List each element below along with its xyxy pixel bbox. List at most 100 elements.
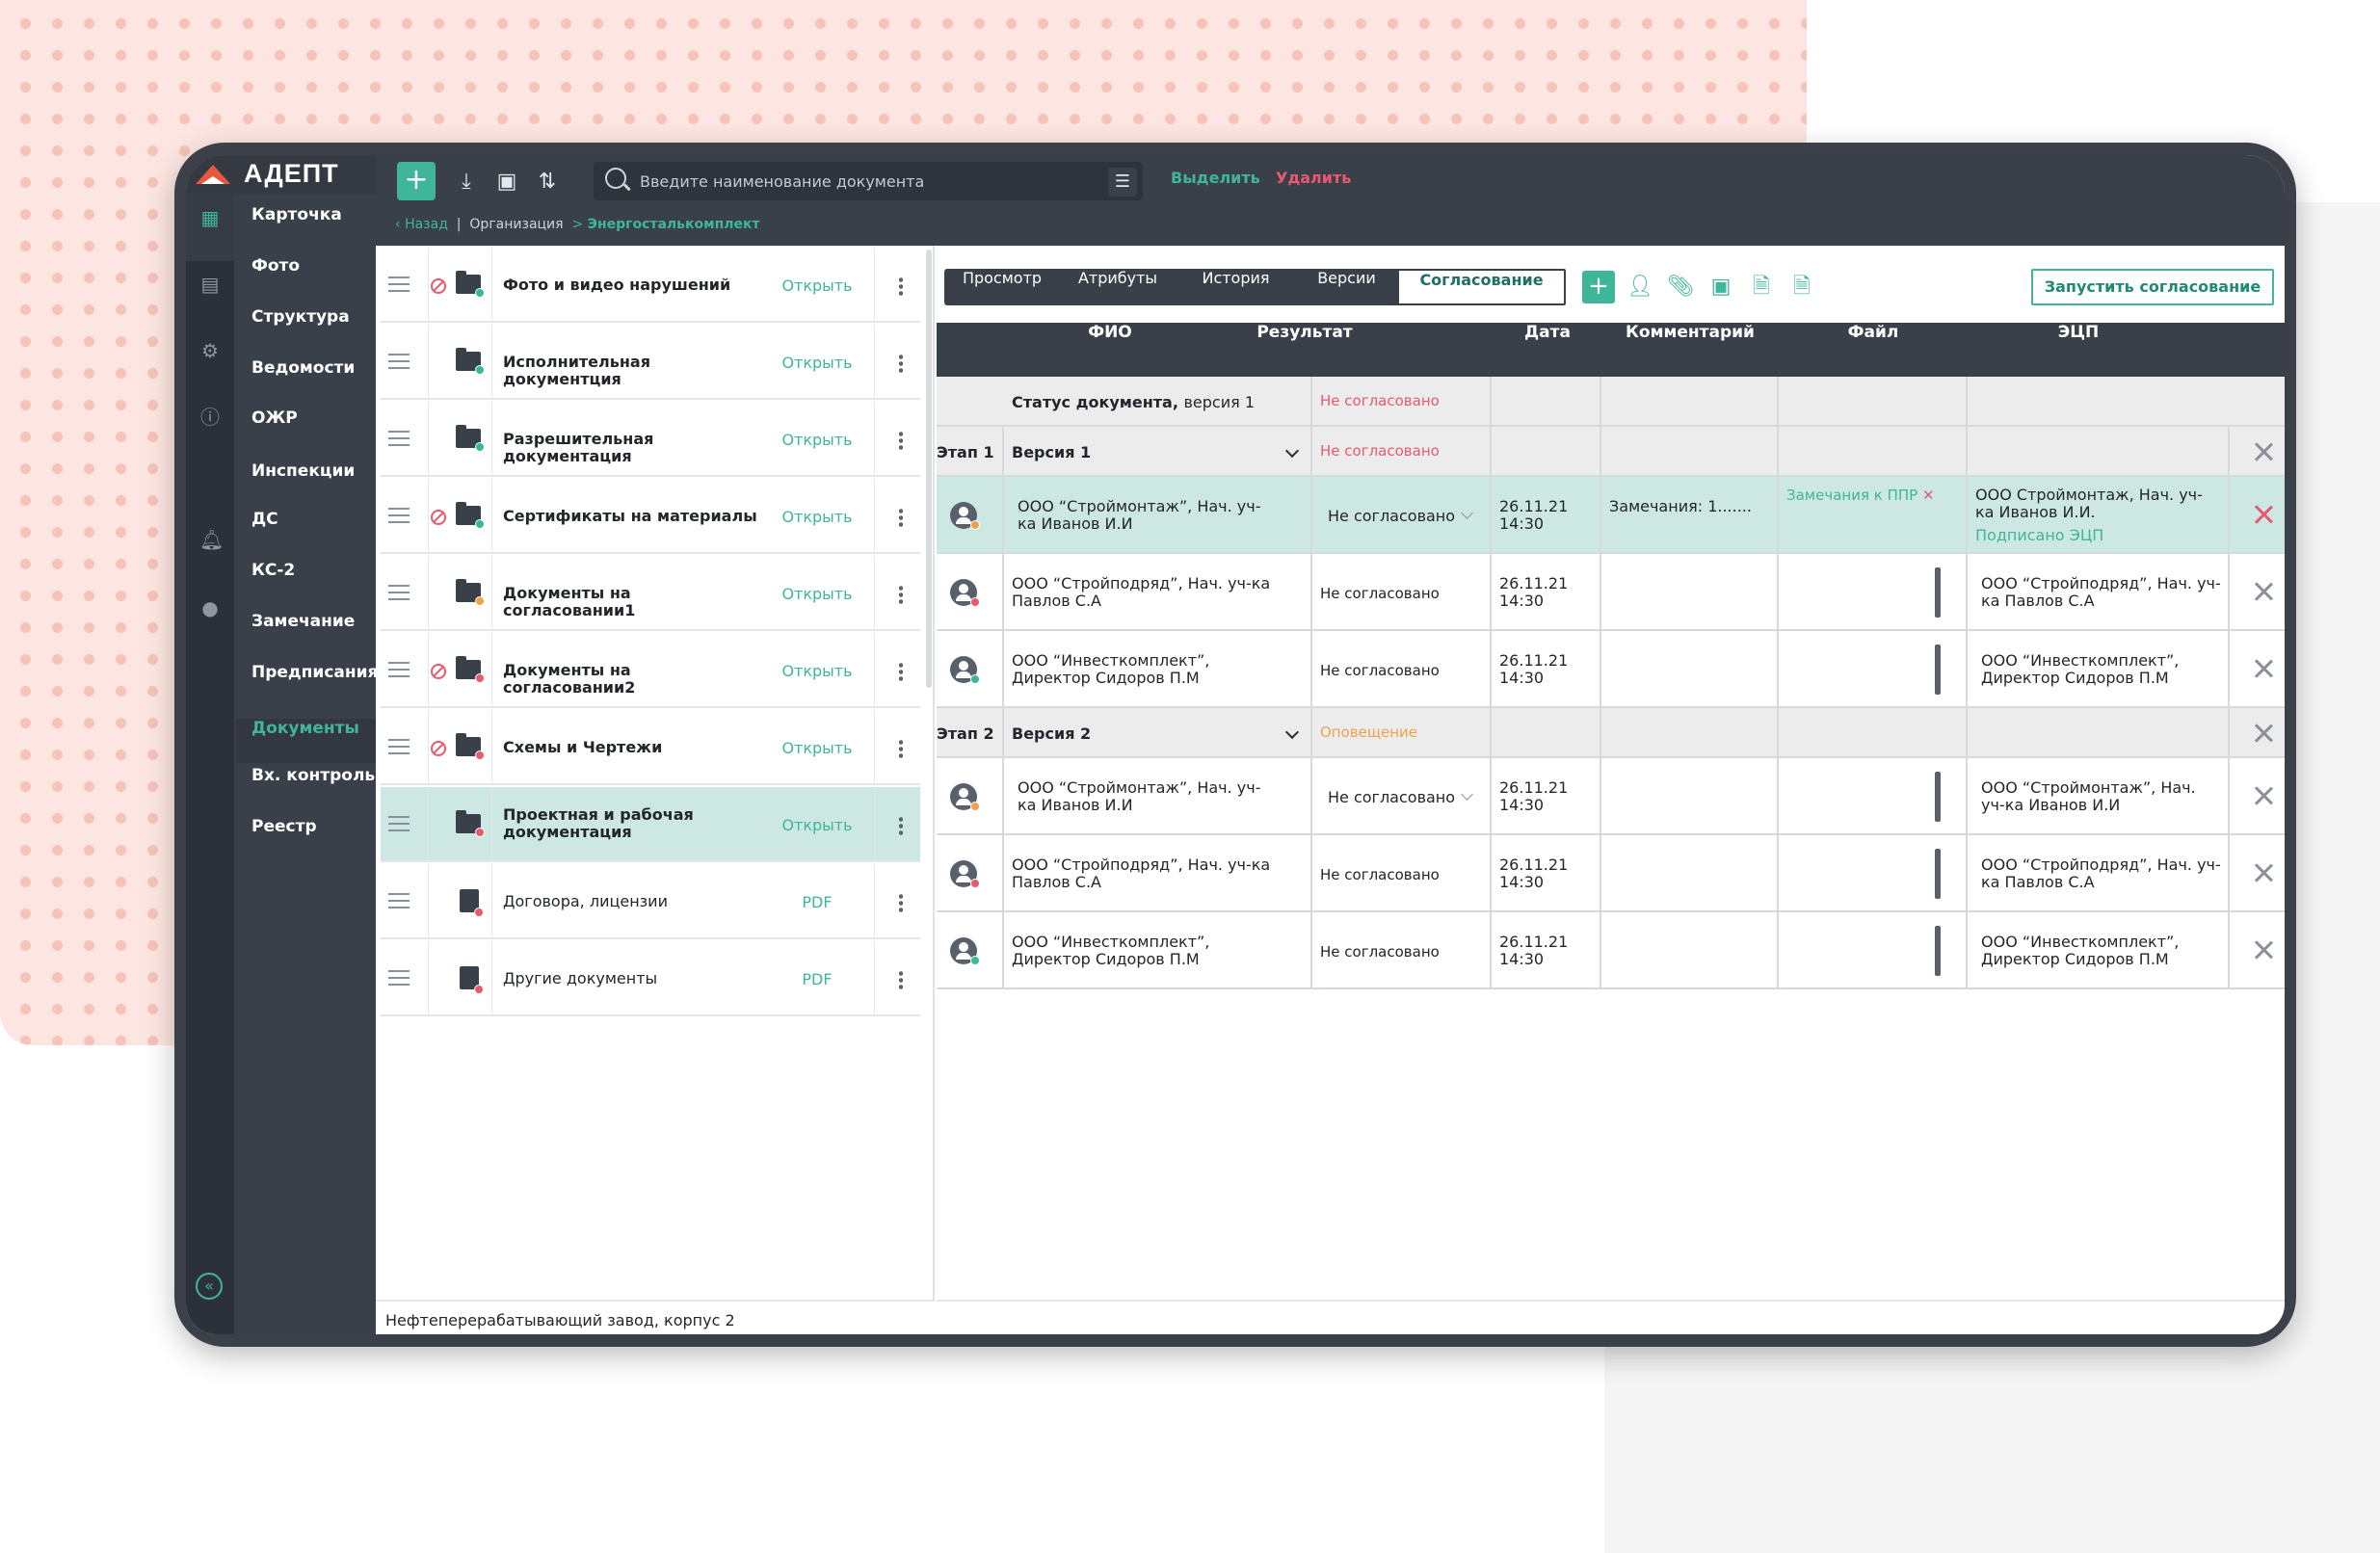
folder-row[interactable]: Исполнительная документция Открыть [381,325,920,400]
table-row[interactable]: ООО “Строймонтаж”, Нач. уч-ка Иванов И.И… [937,477,2285,554]
sidebar-item[interactable]: Структура [251,307,350,327]
sidebar-item[interactable]: Карточка [251,205,342,224]
tab-1[interactable]: Атрибуты [1060,269,1176,305]
file-sign-icon[interactable]: 🗎︎ [1787,273,1816,302]
sidebar-item[interactable]: Замечание [251,612,355,631]
drag-handle-icon[interactable] [388,662,410,677]
chevron-down-icon[interactable] [1461,788,1473,801]
open-link[interactable]: Открыть [774,431,860,449]
search-input[interactable] [640,170,1093,193]
sidebar-item[interactable]: Ведомости [251,358,355,378]
folder-row[interactable]: Проектная и рабочая документация Открыть [381,787,920,862]
stage-row[interactable]: Этап 1 Версия 1 Не согласовано [937,427,2285,477]
delete-button[interactable]: Удалить [1276,169,1351,187]
drag-handle-icon[interactable] [388,739,410,754]
gear-icon[interactable]: ⚙ [199,340,221,361]
table-row[interactable]: ООО “Строймонтаж”, Нач. уч-ка Иванов И.И… [937,758,2285,835]
open-link[interactable]: PDF [774,970,860,988]
more-icon[interactable] [899,431,903,450]
open-link[interactable]: Открыть [774,276,860,295]
drag-handle-icon[interactable] [388,585,410,600]
select-button[interactable]: Выделить [1171,169,1260,187]
table-row[interactable]: ООО “Стройподряд”, Нач. уч-ка Павлов С.А… [937,554,2285,631]
breadcrumb-org[interactable]: Организация [469,217,563,232]
folder-row[interactable]: Сертификаты на материалы Открыть [381,479,920,554]
sidebar-item[interactable]: КС-2 [251,561,295,580]
tab-3[interactable]: Версии [1296,269,1397,305]
folder-row[interactable]: Другие документы PDF [381,941,920,1016]
folder-row[interactable]: Документы на согласовании2 Открыть [381,633,920,708]
sidebar-item[interactable]: ДС [251,510,278,529]
info-icon[interactable]: ⓘ [199,407,221,428]
open-link[interactable]: Открыть [774,508,860,526]
close-icon[interactable] [2253,862,2274,883]
close-icon[interactable] [2253,785,2274,806]
folder-row[interactable]: Договора, лицензии PDF [381,864,920,939]
sidebar-item[interactable]: Документы [251,719,359,738]
result-select[interactable]: Не согласовано [1328,789,1455,806]
drag-handle-icon[interactable] [388,354,410,369]
open-link[interactable]: Открыть [774,354,860,372]
download-icon[interactable]: ⤓ [453,169,480,196]
close-icon[interactable] [2253,939,2274,961]
bell-icon[interactable]: 🔔︎ [199,529,224,550]
chevron-down-icon[interactable] [1284,443,1300,459]
tab-4[interactable]: Согласование [1397,269,1566,305]
documents-icon[interactable]: ▤ [199,274,221,295]
sidebar-item[interactable]: ОЖР [251,408,298,428]
excel-icon[interactable]: ▣ [493,169,520,196]
sidebar-item[interactable]: Вх. контроль [251,766,375,785]
open-link[interactable]: PDF [774,893,860,911]
more-icon[interactable] [899,508,903,527]
close-icon[interactable] [2253,504,2274,525]
sidebar-item[interactable]: Инспекции [251,461,355,481]
user-icon[interactable]: ● [199,597,221,619]
open-link[interactable]: Открыть [774,662,860,680]
scrollbar[interactable] [926,250,932,688]
more-icon[interactable] [899,354,903,373]
building-icon[interactable]: ▦ [199,207,221,228]
close-icon[interactable] [2253,441,2274,462]
add-button[interactable]: + [397,162,436,200]
more-icon[interactable] [899,739,903,758]
close-icon[interactable] [2253,723,2274,744]
drag-handle-icon[interactable] [388,893,410,908]
more-icon[interactable] [899,662,903,681]
chevron-down-icon[interactable] [1461,507,1473,519]
file-link[interactable]: Замечания к ППР ✕ [1786,487,1935,504]
more-icon[interactable] [899,276,903,296]
sidebar-item[interactable]: Реестр [251,817,317,836]
folder-row[interactable]: Документы на согласовании1 Открыть [381,556,920,631]
filter-icon[interactable]: ☰ [1108,168,1137,197]
excel-export-icon[interactable]: ▣ [1706,273,1735,302]
close-icon[interactable] [2253,581,2274,602]
add-stage-button[interactable]: + [1582,271,1615,303]
table-row[interactable]: ООО “Инвесткомплект”, Директор Сидоров П… [937,912,2285,989]
drag-handle-icon[interactable] [388,816,410,831]
drag-handle-icon[interactable] [388,508,410,523]
sidebar-item[interactable]: Предписания [251,663,378,682]
table-row[interactable]: ООО “Инвесткомплект”, Директор Сидоров П… [937,631,2285,708]
more-icon[interactable] [899,970,903,989]
start-approval-button[interactable]: Запустить согласование [2031,269,2274,305]
tab-0[interactable]: Просмотр [944,269,1060,305]
sidebar-item[interactable]: Фото [251,256,300,276]
remove-file-icon[interactable]: ✕ [1922,487,1935,504]
close-icon[interactable] [2253,658,2274,679]
more-icon[interactable] [899,893,903,912]
result-select[interactable]: Не согласовано [1328,508,1455,525]
folder-row[interactable]: Схемы и Чертежи Открыть [381,710,920,785]
more-icon[interactable] [899,585,903,604]
collapse-icon[interactable]: « [196,1273,223,1300]
back-link[interactable]: ‹ Назад [395,217,448,232]
open-link[interactable]: Открыть [774,816,860,834]
stage-row[interactable]: Этап 2 Версия 2 Оповещение [937,708,2285,758]
chevron-down-icon[interactable] [1284,724,1300,740]
more-icon[interactable] [899,816,903,835]
folder-row[interactable]: Разрешительная документация Открыть [381,402,920,477]
drag-handle-icon[interactable] [388,431,410,446]
add-user-icon[interactable]: 👤︎ [1626,273,1654,302]
drag-handle-icon[interactable] [388,970,410,986]
folder-row[interactable]: Фото и видео нарушений Открыть [381,248,920,323]
tab-2[interactable]: История [1176,269,1296,305]
